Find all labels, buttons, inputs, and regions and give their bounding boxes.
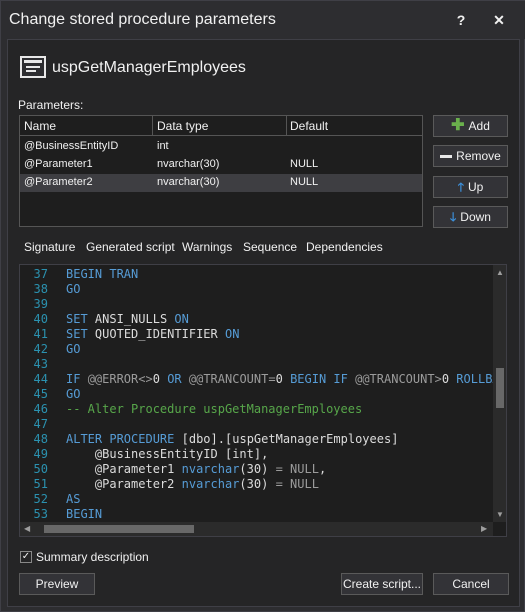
scroll-up-arrow-icon[interactable]: ▲: [496, 268, 504, 277]
remove-button[interactable]: Remove: [433, 145, 508, 167]
column-header-name[interactable]: Name: [24, 119, 56, 133]
line-number: 48: [33, 432, 48, 446]
line-number: 45: [33, 387, 48, 401]
param-default: NULL: [290, 158, 319, 170]
tab-generated-script[interactable]: Generated script: [86, 240, 175, 254]
line-number: 41: [33, 327, 48, 341]
param-default: NULL: [290, 176, 319, 188]
param-name: @Parameter2: [24, 176, 93, 188]
minus-icon: [440, 146, 453, 166]
param-type: int: [157, 140, 169, 152]
horizontal-scroll-thumb[interactable]: [44, 525, 194, 533]
line-number: 46: [33, 402, 48, 416]
vertical-scrollbar[interactable]: ▲ ▼: [493, 265, 506, 522]
param-type: nvarchar(30): [157, 158, 220, 170]
horizontal-scrollbar[interactable]: ◀ ▶: [20, 522, 493, 536]
code-text: ALTER PROCEDURE [dbo].[uspGetManagerEmpl…: [66, 432, 399, 446]
add-label: Add: [468, 119, 490, 133]
line-number: 42: [33, 342, 48, 356]
vertical-scroll-thumb[interactable]: [496, 368, 504, 408]
tab-signature[interactable]: Signature: [24, 240, 75, 254]
line-number: 38: [33, 282, 48, 296]
line-number: 37: [33, 267, 48, 281]
scroll-left-arrow-icon[interactable]: ◀: [24, 524, 30, 533]
cancel-button[interactable]: Cancel: [433, 573, 509, 595]
create-script-button[interactable]: Create script...: [341, 573, 423, 595]
down-button[interactable]: 🡓 Down: [433, 206, 508, 228]
code-text: IF @@ERROR<>0 OR @@TRANCOUNT=0 BEGIN IF …: [66, 372, 507, 386]
close-button[interactable]: ✕: [487, 9, 511, 31]
code-text: @Parameter1 nvarchar(30) = NULL,: [94, 462, 327, 476]
line-number: 47: [33, 417, 48, 431]
code-text: @Parameter2 nvarchar(30) = NULL: [94, 477, 319, 491]
summary-description-label: Summary description: [36, 550, 149, 564]
up-button[interactable]: 🡑 Up: [433, 176, 508, 198]
code-text: GO: [66, 282, 81, 296]
remove-label: Remove: [456, 149, 501, 163]
code-text: -- Alter Procedure uspGetManagerEmployee…: [66, 402, 363, 416]
dialog-window: Change stored procedure parameters ? ✕ u…: [0, 0, 525, 612]
scroll-right-arrow-icon[interactable]: ▶: [481, 524, 487, 533]
down-label: Down: [460, 210, 491, 224]
table-row[interactable]: @BusinessEntityID int: [20, 138, 422, 156]
check-icon: ✓: [21, 551, 31, 562]
line-number: 44: [33, 372, 48, 386]
parameters-label: Parameters:: [18, 98, 84, 112]
code-text: GO: [66, 342, 81, 356]
line-number: 40: [33, 312, 48, 326]
param-name: @BusinessEntityID: [24, 140, 119, 152]
title-bar: Change stored procedure parameters ? ✕: [1, 1, 525, 39]
table-row[interactable]: @Parameter1 nvarchar(30) NULL: [20, 156, 422, 174]
line-number: 52: [33, 492, 48, 506]
summary-description-checkbox[interactable]: ✓: [20, 551, 32, 563]
tab-dependencies[interactable]: Dependencies: [306, 240, 383, 254]
parameters-grid[interactable]: Name Data type Default @BusinessEntityID…: [19, 115, 423, 227]
up-label: Up: [467, 180, 484, 194]
column-header-data-type[interactable]: Data type: [157, 119, 208, 133]
script-editor[interactable]: 37 BEGIN TRAN 38 GO 39 40 SET ANSI_NULLS ON 41 S…: [19, 264, 507, 537]
procedure-name: uspGetManagerEmployees: [52, 59, 246, 76]
code-text: AS: [66, 492, 81, 506]
param-name: @Parameter1: [24, 158, 93, 170]
dialog-content: uspGetManagerEmployees Parameters: Name …: [7, 39, 520, 607]
code-text: SET ANSI_NULLS ON: [66, 312, 189, 326]
code-text: BEGIN: [66, 507, 103, 521]
help-button[interactable]: ?: [449, 9, 473, 31]
preview-button[interactable]: Preview: [19, 573, 95, 595]
code-text: SET QUOTED_IDENTIFIER ON: [66, 327, 240, 341]
code-text: @BusinessEntityID [int],: [94, 447, 269, 461]
line-number: 53: [33, 507, 48, 521]
stored-procedure-icon: [20, 56, 46, 78]
table-row-selected[interactable]: @Parameter2 nvarchar(30) NULL: [20, 174, 422, 192]
column-header-default[interactable]: Default: [290, 119, 328, 133]
line-number: 49: [33, 447, 48, 461]
line-number: 39: [33, 297, 48, 311]
add-button[interactable]: ✚ Add: [433, 115, 508, 137]
code-text: BEGIN TRAN: [66, 267, 139, 281]
line-number: 50: [33, 462, 48, 476]
plus-icon: ✚: [451, 117, 465, 134]
tab-warnings[interactable]: Warnings: [182, 240, 232, 254]
arrow-up-icon: 🡑: [457, 180, 464, 194]
code-text: GO: [66, 387, 81, 401]
line-number: 51: [33, 477, 48, 491]
grid-header: Name Data type Default: [20, 116, 422, 136]
window-title: Change stored procedure parameters: [9, 11, 276, 28]
scroll-down-arrow-icon[interactable]: ▼: [496, 510, 504, 519]
param-type: nvarchar(30): [157, 176, 220, 188]
tab-sequence[interactable]: Sequence: [243, 240, 297, 254]
line-number: 43: [33, 357, 48, 371]
arrow-down-icon: 🡓: [450, 210, 457, 224]
